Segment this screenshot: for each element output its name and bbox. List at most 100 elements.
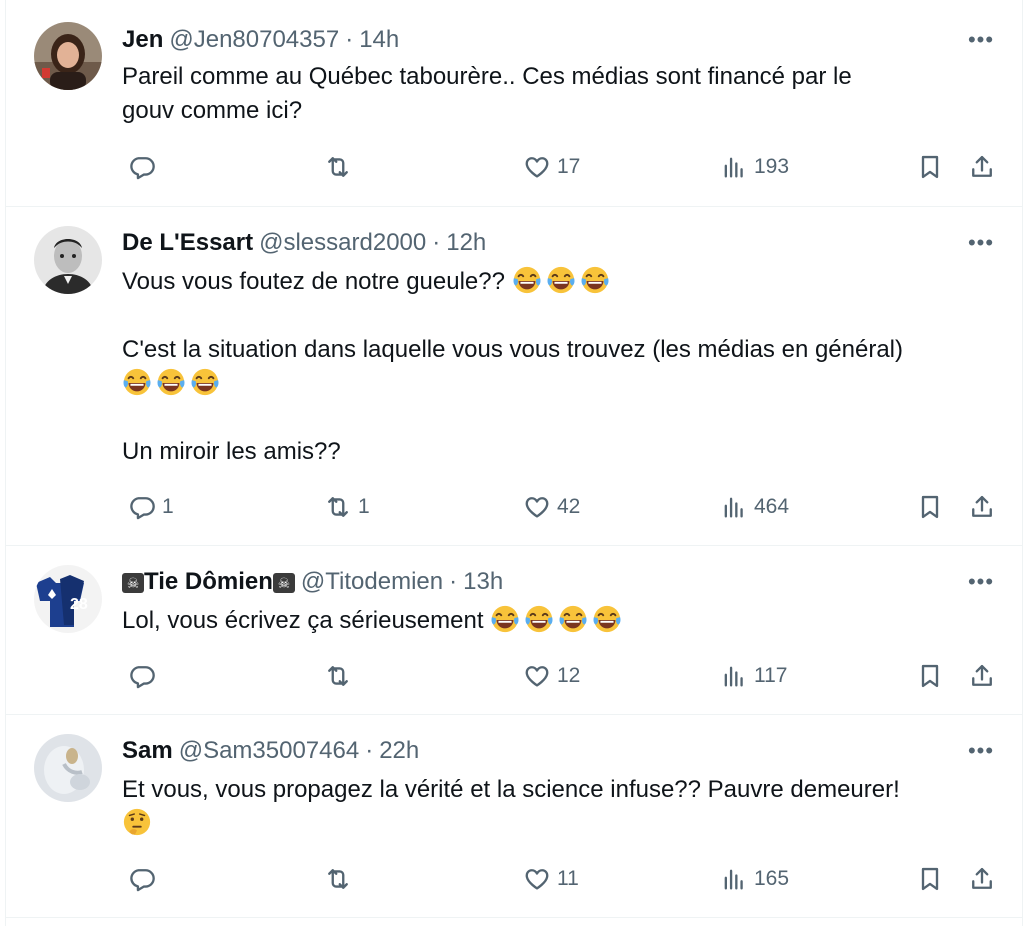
emoji-line [122,807,992,841]
reply-button[interactable]: 1 [128,490,174,524]
bookmark-button[interactable] [916,490,944,524]
more-options-button[interactable]: ••• [964,569,998,594]
share-button[interactable] [968,490,996,524]
separator-dot: · [432,229,441,256]
repost-icon [324,865,352,893]
reply-tweet[interactable]: De L'Essart @slessard2000 · 12h ••• Vous… [6,206,1022,546]
more-options-button[interactable]: ••• [964,27,998,52]
skull-crossbones-emoji: ☠ [272,573,295,593]
repost-button[interactable] [324,659,358,693]
separator-dot: · [449,568,458,595]
reply-count: 1 [162,495,174,518]
more-options-button[interactable]: ••• [964,738,998,763]
replies-timeline: Jen @Jen80704357 · 14h ••• Pareil comme … [5,0,1023,926]
user-handle[interactable]: @Titodemien [301,568,443,596]
tweet-text-line: Lol, vous écrivez ça sérieusement [122,607,484,634]
svg-text:28: 28 [70,596,88,613]
bookmark-button[interactable] [916,659,944,693]
timestamp[interactable]: 22h [379,737,419,765]
separator-dot: · [365,737,374,764]
timestamp[interactable]: 14h [359,26,399,54]
timestamp[interactable]: 13h [463,568,503,596]
like-count: 11 [557,867,579,890]
face-with-tears-of-joy-emoji [490,604,520,634]
avatar[interactable] [34,226,102,294]
views-icon [720,493,748,521]
tweet-text: Lol, vous écrivez ça sérieusement [122,604,992,638]
share-button[interactable] [968,150,996,184]
display-name[interactable]: ☠ Tie Dômien ☠ [122,568,295,596]
bookmark-icon [916,865,944,893]
face-with-tears-of-joy-emoji [546,265,576,295]
tweet-text-line: Vous vous foutez de notre gueule?? [122,268,505,295]
thinking-face-emoji [122,807,152,837]
bookmark-button[interactable] [916,862,944,896]
tweet-text: Vous vous foutez de notre gueule?? C'est… [122,265,992,469]
display-name[interactable]: De L'Essart [122,229,253,257]
more-options-button[interactable]: ••• [964,230,998,255]
views-count: 464 [754,495,790,518]
skull-crossbones-emoji: ☠ [122,573,144,593]
tweet-header: Jen @Jen80704357 · 14h [122,25,962,55]
tweet-text-line: Et vous, vous propagez la vérité et la s… [122,776,900,803]
avatar[interactable] [34,734,102,802]
like-icon [523,865,551,893]
display-name[interactable]: Sam [122,737,173,765]
share-icon [968,493,996,521]
reply-tweet[interactable]: Sam @Sam35007464 · 22h ••• Et vous, vous… [6,714,1022,918]
separator-dot: · [345,26,354,53]
views-button[interactable]: 165 [720,862,789,896]
bookmark-icon [916,493,944,521]
like-count: 12 [557,664,581,687]
user-handle[interactable]: @Sam35007464 [179,737,360,765]
face-with-tears-of-joy-emoji [580,265,610,295]
avatar-photo-jen [34,22,102,90]
bookmark-button[interactable] [916,150,944,184]
reply-button[interactable] [128,659,162,693]
display-name[interactable]: Jen [122,26,163,54]
tweet-text-line: Pareil comme au Québec tabourère.. Ces m… [122,63,852,90]
like-icon [523,153,551,181]
reply-tweet[interactable]: Jen @Jen80704357 · 14h ••• Pareil comme … [6,0,1022,207]
views-button[interactable]: 464 [720,490,789,524]
reply-button[interactable] [128,150,162,184]
action-bar: 1 1 42 464 [122,490,998,524]
like-button[interactable]: 12 [523,659,580,693]
repost-button[interactable] [324,862,358,896]
tweet-text-line: Un miroir les amis?? [122,438,341,465]
tweet-text-line: C'est la situation dans laquelle vous vo… [122,336,904,363]
reply-tweet[interactable]: 28 ☠ Tie Dômien ☠ @Titodemien · 13h ••• Lo… [6,545,1022,715]
tweet-header: De L'Essart @slessard2000 · 12h [122,228,962,258]
tweet-text-paragraph: C'est la situation dans laquelle vous vo… [122,333,992,367]
share-button[interactable] [968,659,996,693]
bookmark-icon [916,662,944,690]
views-button[interactable]: 193 [720,150,789,184]
face-with-tears-of-joy-emoji [156,367,186,397]
share-button[interactable] [968,862,996,896]
views-icon [720,153,748,181]
emoji-line [122,367,992,401]
reply-icon [128,662,156,690]
repost-button[interactable] [324,150,358,184]
reply-button[interactable] [128,862,162,896]
repost-count: 1 [358,495,370,518]
repost-button[interactable]: 1 [324,490,370,524]
face-with-tears-of-joy-emoji [592,604,622,634]
avatar-photo-tie-domien: 28 [34,565,102,633]
share-icon [968,153,996,181]
views-icon [720,662,748,690]
timestamp[interactable]: 12h [446,229,486,257]
views-count: 165 [754,867,790,890]
action-bar: 11 165 [122,862,998,896]
reply-icon [128,865,156,893]
like-button[interactable]: 17 [523,150,580,184]
repost-icon [324,662,352,690]
like-button[interactable]: 11 [523,862,579,896]
views-button[interactable]: 117 [720,659,787,693]
like-button[interactable]: 42 [523,490,580,524]
avatar[interactable] [34,22,102,90]
tweet-text: Pareil comme au Québec tabourère.. Ces m… [122,60,992,128]
user-handle[interactable]: @slessard2000 [259,229,426,257]
avatar[interactable]: 28 [34,565,102,633]
user-handle[interactable]: @Jen80704357 [169,26,339,54]
